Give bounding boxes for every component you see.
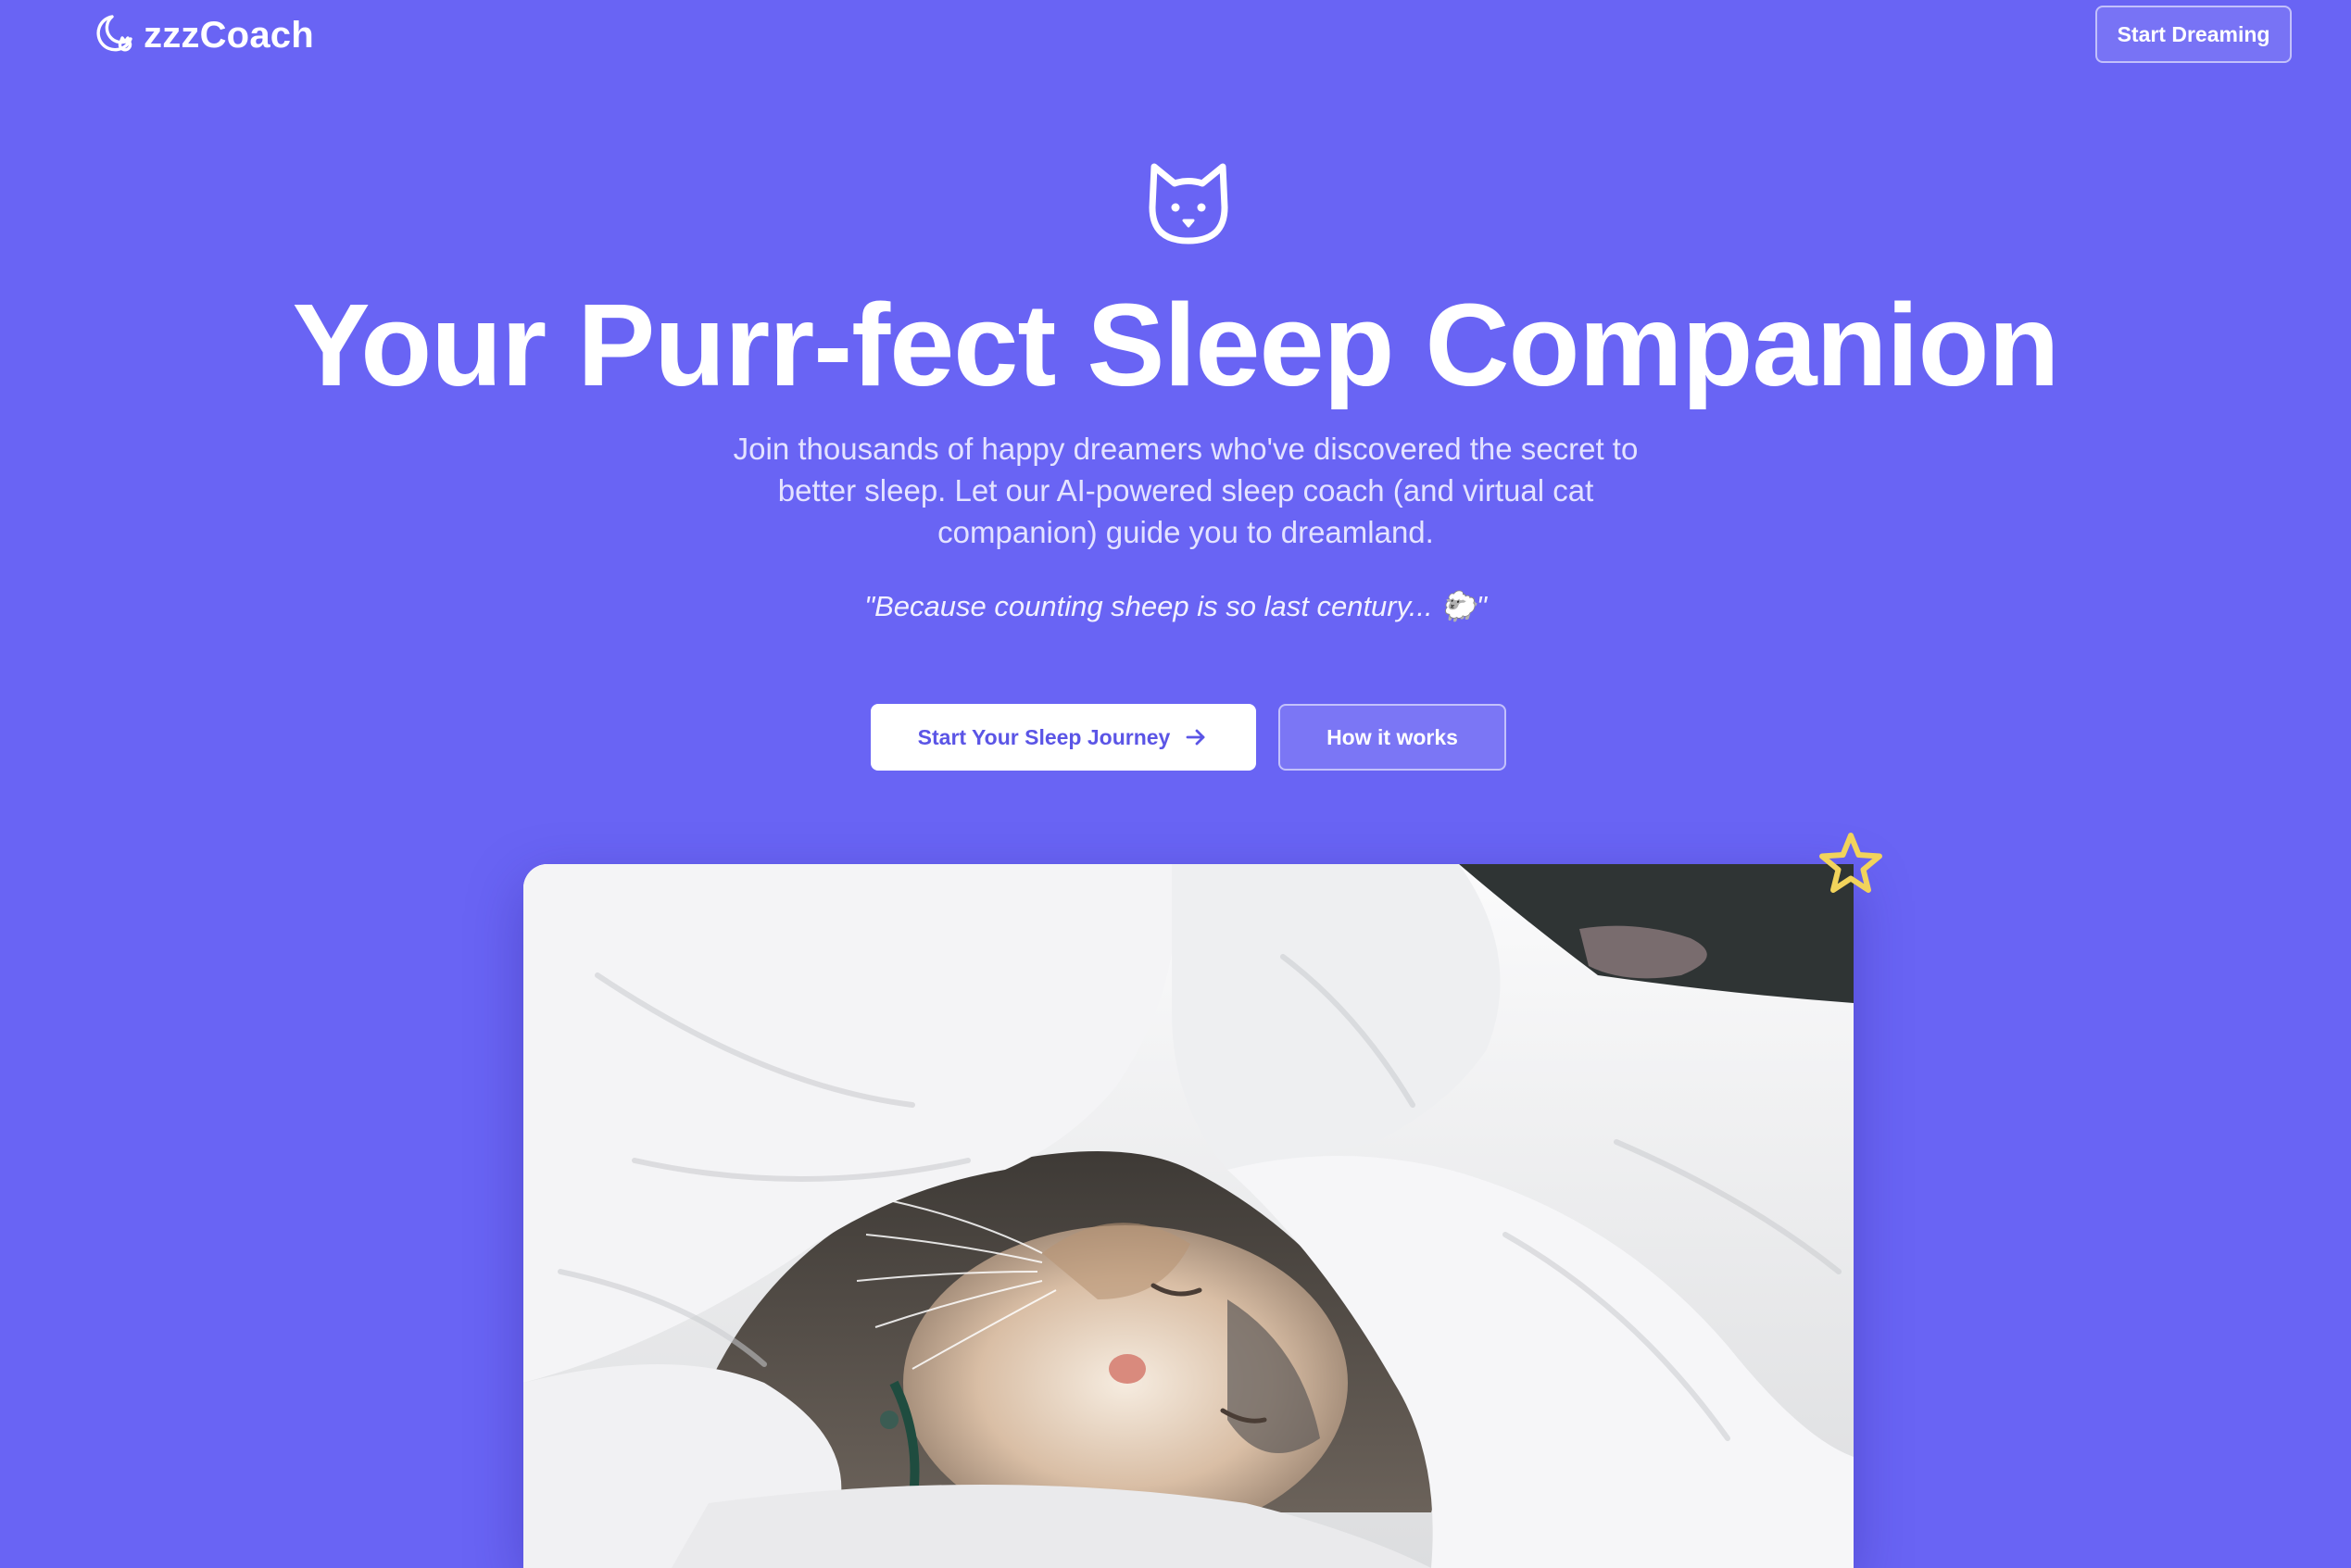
- start-dreaming-button[interactable]: Start Dreaming: [2095, 6, 2292, 63]
- moon-cat-icon: [96, 15, 132, 52]
- brand-logo-link[interactable]: zzzCoach: [90, 11, 314, 59]
- hero-title: Your Purr-fect Sleep Companion: [292, 280, 2060, 410]
- sleeping-cat-photo: [523, 864, 1854, 1568]
- hero-subtitle: Join thousands of happy dreamers who've …: [733, 432, 1639, 549]
- start-sleep-journey-button[interactable]: Start Your Sleep Journey: [871, 704, 1256, 771]
- start-sleep-journey-label: Start Your Sleep Journey: [917, 724, 1171, 749]
- how-it-works-button[interactable]: How it works: [1278, 704, 1506, 771]
- top-navigation: zzzCoach Start Dreaming: [0, 0, 2351, 70]
- hero-quote: "Because counting sheep is so last centu…: [864, 590, 1487, 622]
- star-icon: [1819, 833, 1882, 893]
- cat-face-icon: [1149, 163, 1228, 245]
- brand-name: zzzCoach: [144, 15, 314, 56]
- arrow-right-icon: [1186, 729, 1205, 746]
